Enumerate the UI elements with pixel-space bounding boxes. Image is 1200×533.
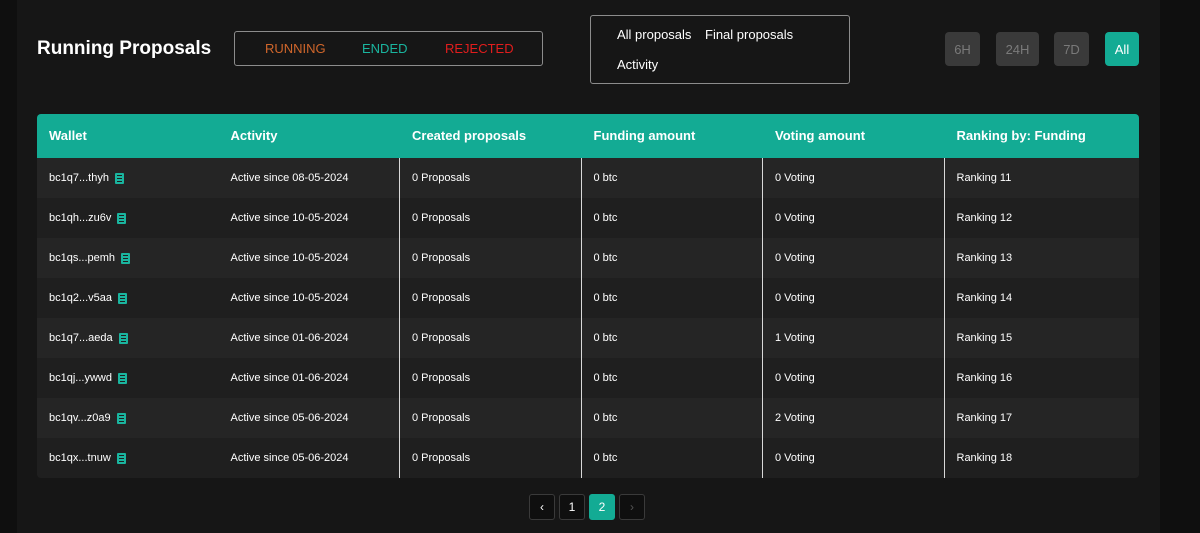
voting-cell: 2 Voting [763, 398, 945, 438]
wallet-cell: bc1q7...aeda [37, 318, 219, 358]
proposals-cell: 0 Proposals [400, 198, 582, 238]
proposals-cell: 0 Proposals [400, 398, 582, 438]
voting-cell: 0 Voting [763, 358, 945, 398]
time-7d-button[interactable]: 7D [1054, 32, 1089, 66]
pagination-page-1[interactable]: 1 [559, 494, 585, 520]
time-6h-button[interactable]: 6H [945, 32, 980, 66]
activity-cell: Active since 10-05-2024 [219, 278, 400, 318]
status-rejected-tab[interactable]: REJECTED [445, 41, 514, 56]
activity-option[interactable]: Activity [617, 57, 658, 72]
funding-cell: 0 btc [582, 238, 763, 278]
table-row: bc1qx...tnuw Active since 05-06-2024 0 P… [37, 438, 1139, 478]
table-row: bc1qs...pemh Active since 10-05-2024 0 P… [37, 238, 1139, 278]
wallet-cell: bc1qv...z0a9 [37, 398, 219, 438]
wallet-cell: bc1qs...pemh [37, 238, 219, 278]
funding-cell: 0 btc [582, 358, 763, 398]
ranking-cell: Ranking 17 [956, 412, 1013, 424]
voting-cell: 1 Voting [763, 318, 945, 358]
document-icon[interactable] [114, 172, 124, 184]
funding-cell: 0 btc [582, 438, 763, 478]
proposals-cell: 0 Proposals [400, 158, 582, 198]
rankings-table: Wallet Activity Created proposals Fundin… [37, 114, 1139, 478]
funding-cell: 0 btc [582, 318, 763, 358]
wallet-address[interactable]: bc1qv...z0a9 [49, 398, 111, 438]
funding-cell: 0 btc [582, 278, 763, 318]
wallet-address[interactable]: bc1q7...aeda [49, 318, 113, 358]
table-row: bc1qv...z0a9 Active since 05-06-2024 0 P… [37, 398, 1139, 438]
ranking-cell: Ranking 14 [956, 292, 1013, 304]
status-running-tab[interactable]: RUNNING [265, 41, 326, 56]
document-icon[interactable] [116, 452, 126, 464]
wallet-cell: bc1qx...tnuw [37, 438, 219, 478]
wallet-cell: bc1q2...v5aa [37, 278, 219, 318]
funding-cell: 0 btc [582, 198, 763, 238]
status-ended-tab[interactable]: ENDED [362, 41, 408, 56]
ranking-cell: Ranking 11 [956, 172, 1012, 184]
pagination-next-button[interactable]: › [619, 494, 645, 520]
voting-cell: 0 Voting [763, 238, 945, 278]
wallet-address[interactable]: bc1q7...thyh [49, 158, 109, 198]
wallet-address[interactable]: bc1qs...pemh [49, 238, 115, 278]
wallet-cell: bc1qh...zu6v [37, 198, 219, 238]
proposals-cell: 0 Proposals [400, 238, 582, 278]
activity-cell: Active since 05-06-2024 [219, 438, 400, 478]
wallet-cell: bc1qj...ywwd [37, 358, 219, 398]
table-row: bc1q7...aeda Active since 01-06-2024 0 P… [37, 318, 1139, 358]
voting-cell: 0 Voting [763, 198, 945, 238]
wallet-address[interactable]: bc1qj...ywwd [49, 358, 112, 398]
wallet-address[interactable]: bc1qx...tnuw [49, 438, 111, 478]
proposals-cell: 0 Proposals [400, 318, 582, 358]
table-row: bc1q2...v5aa Active since 10-05-2024 0 P… [37, 278, 1139, 318]
activity-cell: Active since 10-05-2024 [219, 238, 400, 278]
wallet-address[interactable]: bc1q2...v5aa [49, 278, 112, 318]
document-icon[interactable] [117, 372, 127, 384]
voting-cell: 0 Voting [763, 438, 945, 478]
voting-cell: 0 Voting [763, 278, 945, 318]
page-title: Running Proposals [37, 38, 212, 59]
funding-cell: 0 btc [582, 158, 763, 198]
activity-cell: Active since 05-06-2024 [219, 398, 400, 438]
proposals-cell: 0 Proposals [400, 358, 582, 398]
status-filter: RUNNING ENDED REJECTED [234, 31, 543, 66]
pagination-prev-button[interactable]: ‹ [529, 494, 555, 520]
activity-cell: Active since 01-06-2024 [219, 358, 400, 398]
activity-cell: Active since 10-05-2024 [219, 198, 400, 238]
wallet-cell: bc1q7...thyh [37, 158, 219, 198]
document-icon[interactable] [116, 412, 126, 424]
document-icon[interactable] [121, 252, 131, 264]
voting-cell: 0 Voting [763, 158, 945, 198]
document-icon[interactable] [118, 332, 128, 344]
ranking-cell: Ranking 15 [956, 332, 1013, 344]
column-header-activity: Activity [230, 128, 278, 143]
column-header-ranking[interactable]: Ranking by: Funding [945, 114, 1127, 158]
all-proposals-option[interactable]: All proposals [617, 27, 691, 42]
pagination-page-2[interactable]: 2 [589, 494, 615, 520]
table-row: bc1qh...zu6v Active since 10-05-2024 0 P… [37, 198, 1139, 238]
column-header-voting-amount: Voting amount [775, 128, 866, 143]
final-proposals-option[interactable]: Final proposals [705, 27, 793, 42]
proposal-type-filter: All proposals Final proposals Activity [590, 15, 850, 84]
activity-cell: Active since 01-06-2024 [219, 318, 400, 358]
proposals-cell: 0 Proposals [400, 438, 582, 478]
time-24h-button[interactable]: 24H [996, 32, 1039, 66]
funding-cell: 0 btc [582, 398, 763, 438]
activity-cell: Active since 08-05-2024 [219, 158, 400, 198]
document-icon[interactable] [118, 292, 127, 304]
ranking-cell: Ranking 13 [956, 252, 1013, 264]
ranking-cell: Ranking 16 [956, 372, 1013, 384]
document-icon[interactable] [117, 212, 127, 224]
ranking-cell: Ranking 12 [956, 212, 1013, 224]
table-row: bc1q7...thyh Active since 08-05-2024 0 P… [37, 158, 1139, 198]
proposals-cell: 0 Proposals [400, 278, 582, 318]
table-header: Wallet Activity Created proposals Fundin… [37, 114, 1139, 158]
column-header-wallet: Wallet [49, 128, 87, 143]
table-row: bc1qj...ywwd Active since 01-06-2024 0 P… [37, 358, 1139, 398]
table-body: bc1q7...thyh Active since 08-05-2024 0 P… [37, 158, 1139, 478]
time-all-button[interactable]: All [1105, 32, 1139, 66]
wallet-address[interactable]: bc1qh...zu6v [49, 198, 111, 238]
column-header-created-proposals: Created proposals [412, 128, 527, 143]
column-header-funding-amount: Funding amount [593, 128, 696, 143]
ranking-cell: Ranking 18 [956, 452, 1013, 464]
